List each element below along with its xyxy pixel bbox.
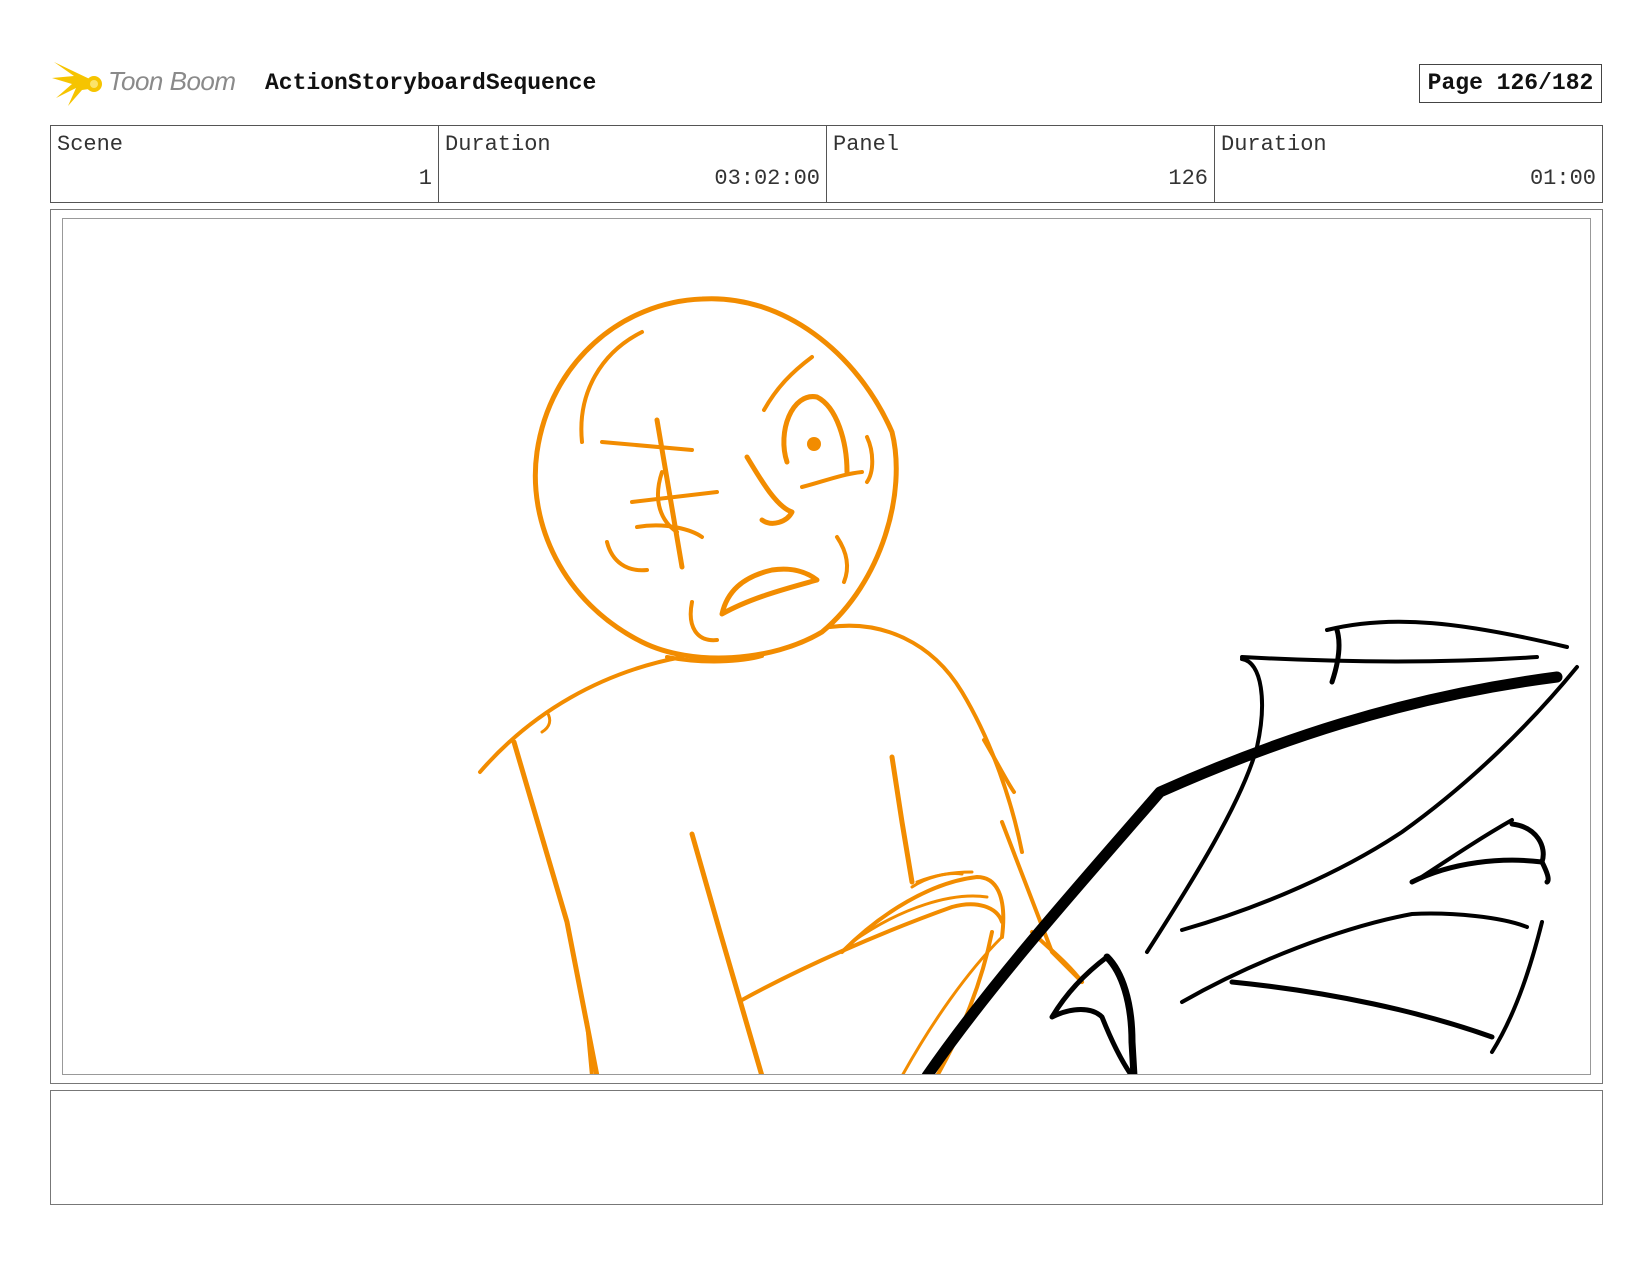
storyboard-panel-image <box>62 218 1591 1075</box>
scene-duration-label: Duration <box>445 132 551 157</box>
scene-value: 1 <box>418 166 432 191</box>
panel-duration-label: Duration <box>1221 132 1327 157</box>
scene-duration-cell: Duration 03:02:00 <box>438 126 826 202</box>
logo-text: Toon Boom <box>108 66 236 96</box>
sequence-title: ActionStoryboardSequence <box>265 70 597 96</box>
panel-duration-cell: Duration 01:00 <box>1214 126 1602 202</box>
panel-duration-value: 01:00 <box>1529 166 1596 191</box>
scene-duration-value: 03:02:00 <box>714 166 820 191</box>
storyboard-panel-frame <box>50 209 1603 1084</box>
logo-burst-icon <box>52 62 102 106</box>
panel-cell: Panel 126 <box>826 126 1214 202</box>
toon-boom-logo: Toon Boom <box>52 56 252 112</box>
character-sketch <box>478 296 1084 1074</box>
sketch-drawing <box>478 296 1579 1074</box>
page-number: Page 126/182 <box>1419 64 1602 103</box>
panel-value: 126 <box>1168 166 1208 191</box>
panel-label: Panel <box>833 132 900 157</box>
weapon-sketch <box>921 619 1579 1074</box>
panel-notes-box <box>50 1090 1603 1205</box>
scene-cell: Scene 1 <box>51 126 438 202</box>
panel-info-table: Scene 1 Duration 03:02:00 Panel 126 Dura… <box>50 125 1603 203</box>
scene-label: Scene <box>57 132 124 157</box>
